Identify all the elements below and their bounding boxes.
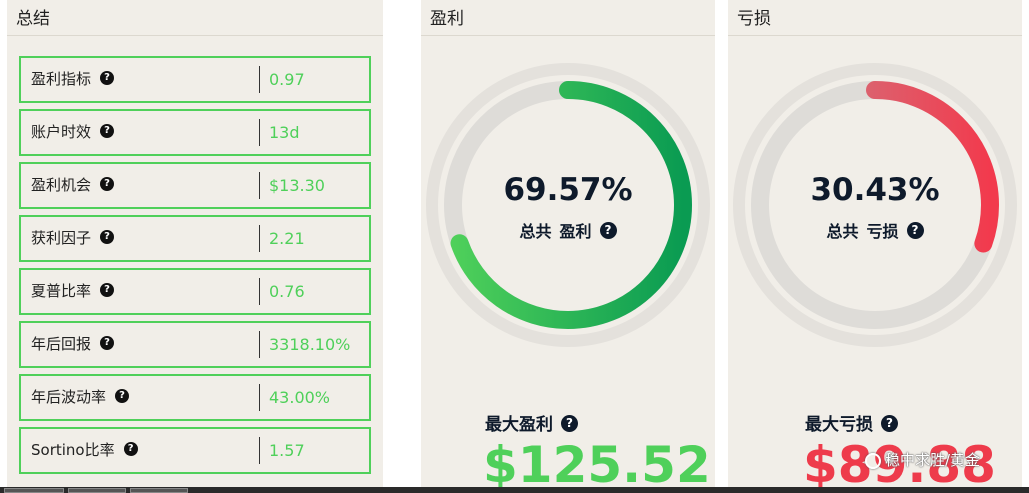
loss-panel: 亏损 30.43% 总共 亏损? 最大亏损? $89.88 <box>728 0 1022 493</box>
profit-total-label: 总共 盈利? <box>421 218 715 242</box>
summary-row: 年后波动率? 43.00% <box>19 374 371 421</box>
summary-row-label-text: Sortino比率 <box>31 441 115 459</box>
summary-row-value: 0.76 <box>269 282 305 301</box>
loss-total-label: 总共 亏损? <box>728 218 1022 242</box>
row-divider <box>259 437 260 464</box>
help-icon[interactable]: ? <box>100 335 115 350</box>
row-divider <box>259 225 260 252</box>
summary-row: Sortino比率? 1.57 <box>19 427 371 474</box>
max-profit-help-icon[interactable]: ? <box>561 414 578 432</box>
summary-title: 总结 <box>7 0 383 36</box>
profit-help-icon[interactable]: ? <box>599 222 617 239</box>
summary-row-label-text: 盈利指标 <box>31 70 92 88</box>
max-profit-value: $125.52 <box>483 436 711 493</box>
help-icon[interactable]: ? <box>100 123 115 138</box>
summary-row-value: 13d <box>269 123 300 142</box>
summary-row-value: 3318.10% <box>269 335 351 354</box>
summary-row-label-text: 夏普比率 <box>31 282 92 300</box>
summary-row: 盈利指标? 0.97 <box>19 56 371 103</box>
summary-row-label-text: 获利因子 <box>31 229 92 247</box>
summary-row-label-text: 盈利机会 <box>31 176 92 194</box>
taskbar-button[interactable] <box>130 488 188 493</box>
row-divider <box>259 66 260 93</box>
taskbar <box>0 487 1029 493</box>
profit-percent: 69.57% <box>503 172 633 208</box>
profit-panel: 盈利 69.57% 总共 盈利? 最大盈利? $125.52 <box>421 0 715 493</box>
summary-row: 夏普比率? 0.76 <box>19 268 371 315</box>
watermark: 稳中求胜/黄金 <box>865 449 980 470</box>
loss-total-word: 总共 <box>826 222 859 241</box>
summary-row-label: 年后波动率? <box>31 376 130 419</box>
summary-row: 年后回报? 3318.10% <box>19 321 371 368</box>
summary-row-label: 账户时效? <box>31 111 115 154</box>
summary-panel: 总结 盈利指标? 0.97 账户时效? 13d 盈利机会? $13.30 获利因子? 2.21… <box>7 0 383 493</box>
taskbar-button[interactable] <box>68 488 126 493</box>
row-divider <box>259 172 260 199</box>
summary-row-value: 1.57 <box>269 441 305 460</box>
summary-row-value: 2.21 <box>269 229 305 248</box>
summary-row-label: 年后回报? <box>31 323 115 366</box>
row-divider <box>259 331 260 358</box>
help-icon[interactable]: ? <box>100 229 115 244</box>
help-icon[interactable]: ? <box>100 282 115 297</box>
summary-row: 账户时效? 13d <box>19 109 371 156</box>
summary-row-label: Sortino比率? <box>31 429 138 472</box>
max-loss-label: 最大亏损? <box>805 410 898 435</box>
help-icon[interactable]: ? <box>100 176 115 191</box>
profit-total-word: 总共 <box>519 222 552 241</box>
row-divider <box>259 384 260 411</box>
summary-row-label-text: 年后回报 <box>31 335 92 353</box>
help-icon[interactable]: ? <box>115 388 130 403</box>
loss-sub-label: 亏损 <box>866 222 899 241</box>
profit-gauge: 69.57% 总共 盈利? <box>421 58 715 352</box>
summary-row-value: 0.97 <box>269 70 305 89</box>
max-profit-label: 最大盈利? <box>485 410 578 435</box>
watermark-text: 稳中求胜/黄金 <box>885 451 981 469</box>
loss-title: 亏损 <box>728 0 1022 36</box>
help-icon[interactable]: ? <box>123 441 138 456</box>
help-icon[interactable]: ? <box>100 70 115 85</box>
summary-row: 盈利机会? $13.30 <box>19 162 371 209</box>
taskbar-button[interactable] <box>4 488 64 493</box>
summary-row-label-text: 账户时效 <box>31 123 92 141</box>
loss-gauge: 30.43% 总共 亏损? <box>728 58 1022 352</box>
watermark-logo-icon <box>865 452 881 469</box>
summary-row-label: 夏普比率? <box>31 270 115 313</box>
summary-row-value: $13.30 <box>269 176 325 195</box>
summary-row-label-text: 年后波动率 <box>31 388 107 406</box>
max-loss-help-icon[interactable]: ? <box>881 414 898 432</box>
max-loss-label-text: 最大亏损 <box>805 415 873 435</box>
summary-row-label: 盈利指标? <box>31 58 115 101</box>
summary-row-label: 盈利机会? <box>31 164 115 207</box>
loss-percent: 30.43% <box>810 172 940 208</box>
loss-help-icon[interactable]: ? <box>906 222 924 239</box>
profit-sub-label: 盈利 <box>559 222 592 241</box>
summary-row-label: 获利因子? <box>31 217 115 260</box>
summary-row-value: 43.00% <box>269 388 331 407</box>
summary-row: 获利因子? 2.21 <box>19 215 371 262</box>
max-profit-label-text: 最大盈利 <box>485 415 553 435</box>
profit-title: 盈利 <box>421 0 715 36</box>
row-divider <box>259 119 260 146</box>
row-divider <box>259 278 260 305</box>
